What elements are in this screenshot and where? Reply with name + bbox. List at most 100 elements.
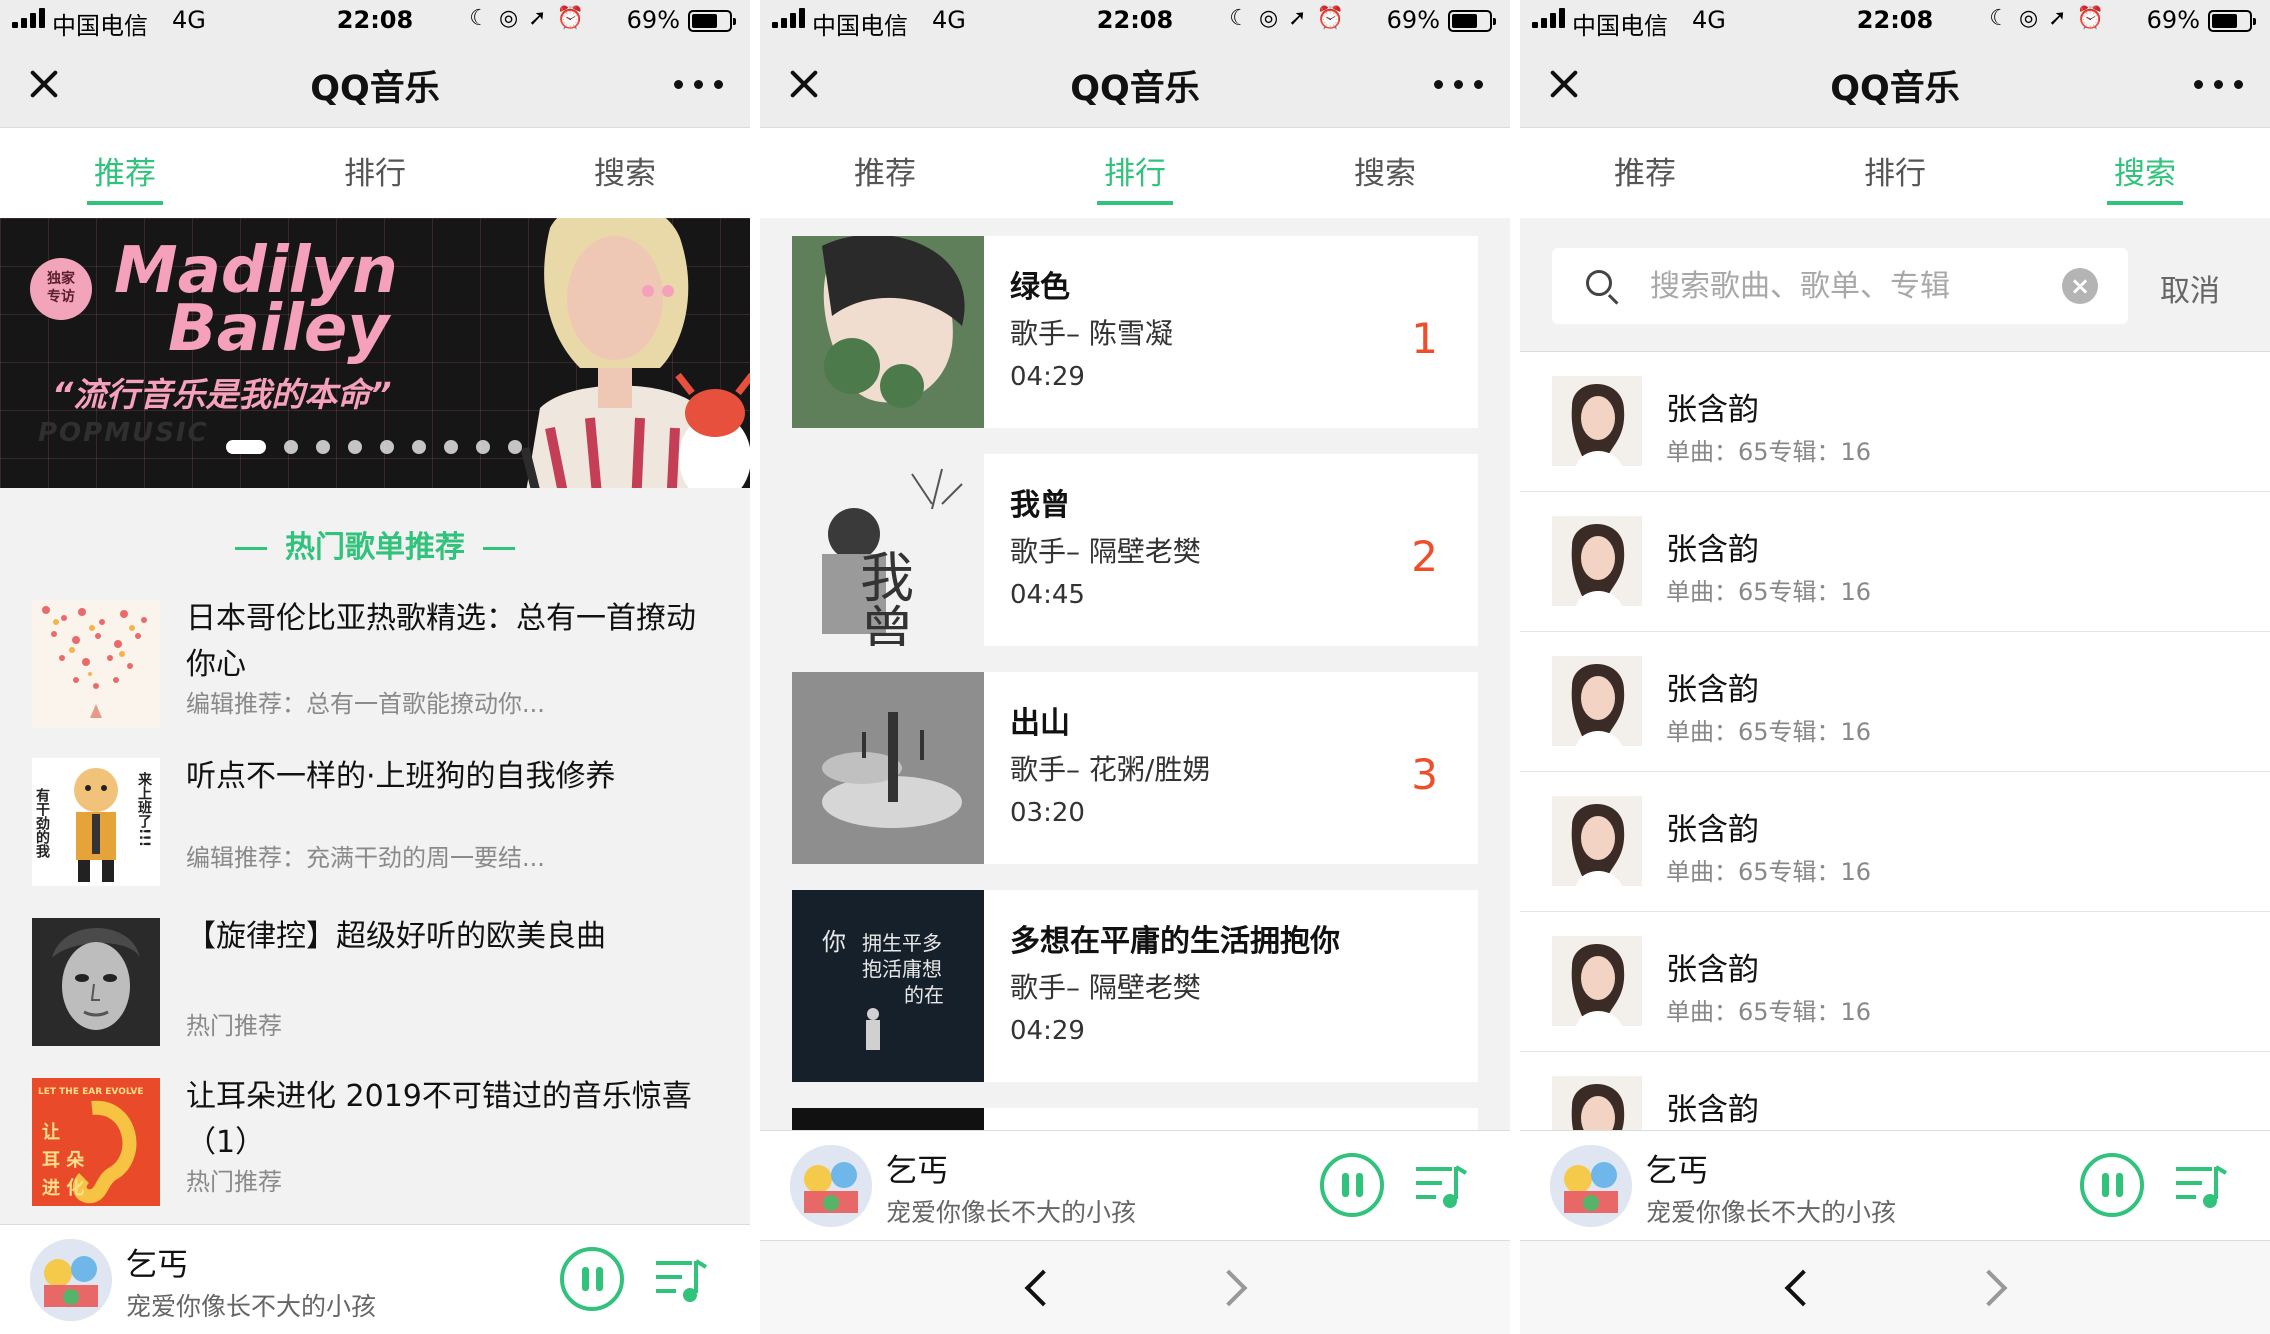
tab-search[interactable]: 搜索 [500, 128, 750, 218]
carousel-pager[interactable] [226, 440, 540, 454]
singer-name: 张含韵 [1666, 812, 1759, 848]
list-item[interactable]: 张含韵单曲：65专辑：16 [1520, 772, 2270, 912]
pause-icon[interactable] [1320, 1153, 1384, 1217]
tab-bar: 推荐 排行 搜索 [760, 128, 1510, 218]
pager-dot[interactable] [226, 440, 266, 454]
singer-avatar [1552, 1076, 1642, 1130]
svg-text:耳 朵: 耳 朵 [42, 1150, 84, 1171]
pager-dot[interactable] [444, 440, 458, 454]
list-item[interactable]: 日本哥伦比亚热歌精选：总有一首撩动你心 编辑推荐：总有一首歌能撩动你... [0, 590, 750, 750]
pager-dot[interactable] [380, 440, 394, 454]
banner-slogan: “流行音乐是我的本命” [52, 375, 392, 414]
pager-dot[interactable] [476, 440, 490, 454]
chevron-left-icon[interactable] [1024, 1269, 1062, 1307]
tab-ranking[interactable]: 排行 [1010, 128, 1260, 218]
song-duration: 04:29 [1010, 362, 1085, 392]
singer-avatar [1552, 516, 1642, 606]
singer-name: 张含韵 [1666, 392, 1759, 428]
mini-player[interactable]: 乞丐 宠爱你像长不大的小孩 [0, 1224, 750, 1334]
search-box: × [1552, 248, 2128, 324]
browser-nav-bar [760, 1240, 1510, 1334]
playlist-icon[interactable] [1412, 1157, 1470, 1215]
tab-search[interactable]: 搜索 [1260, 128, 1510, 218]
list-item[interactable]: 我曾 我曾 歌手– 隔壁老樊 04:45 2 [792, 454, 1478, 646]
playlist-cover [32, 918, 160, 1046]
more-icon[interactable] [670, 64, 726, 104]
title-bar: QQ音乐 [760, 40, 1510, 128]
pager-dot[interactable] [348, 440, 362, 454]
pager-dot[interactable] [284, 440, 298, 454]
list-item[interactable]: 你 拥生平多 抱活庸想 的在 多想在平庸的生活拥抱你 歌手– 隔壁老樊 04:2… [792, 890, 1478, 1082]
list-item[interactable]: 有干劲的我 来上班了!!! 听点不一样的·上班狗的自我修养 编辑推荐：充满干劲的… [0, 748, 750, 908]
singer-name: 张含韵 [1666, 672, 1759, 708]
list-item[interactable]: 张含韵 单曲：65专辑：16 [1520, 632, 2270, 772]
more-icon[interactable] [2190, 64, 2246, 104]
svg-text:来上班了!!!: 来上班了!!! [136, 772, 153, 847]
list-item[interactable]: LET THE EAR EVOLVE 让 耳 朵 进 化 让耳朵进化 2019不… [0, 1068, 750, 1228]
tab-recommend[interactable]: 推荐 [760, 128, 1010, 218]
song-duration: 04:45 [1010, 580, 1085, 610]
svg-text:进 化: 进 化 [42, 1177, 84, 1199]
playlist-subtitle: 编辑推荐：总有一首歌能撩动你... [186, 690, 545, 718]
list-item[interactable]: 张含韵 单曲：65专辑：16 [1520, 492, 2270, 632]
list-item[interactable]: 【旋律控】超级好听的欧美良曲 热门推荐 [0, 908, 750, 1068]
carousel-banner[interactable]: 独家 专访 Madilyn Bailey “流行音乐是我的本命” POPMUSIC [0, 218, 750, 488]
pager-dot[interactable] [412, 440, 426, 454]
battery-percent: 69% [2146, 6, 2200, 34]
search-icon [1586, 270, 1612, 296]
more-icon[interactable] [1430, 64, 1486, 104]
battery-icon [1448, 10, 1496, 32]
list-item[interactable]: 张含韵 [1520, 1052, 2270, 1130]
list-item[interactable]: 出山 歌手– 花粥/胜娚 03:20 3 [792, 672, 1478, 864]
exclusive-badge: 独家 专访 [30, 258, 92, 320]
playlist-title: 让耳朵进化 2019不可错过的音乐惊喜（1） [186, 1079, 692, 1160]
tab-recommend[interactable]: 推荐 [0, 128, 250, 218]
list-item[interactable]: 张含韵 单曲：65专辑：16 [1520, 352, 2270, 492]
mini-player[interactable]: 乞丐 宠爱你像长不大的小孩 [1520, 1130, 2270, 1240]
list-item[interactable]: 绿色 歌手– 陈雪凝 04:29 1 [792, 236, 1478, 428]
pause-icon[interactable] [560, 1247, 624, 1311]
singer-avatar [1552, 936, 1642, 1026]
browser-nav-bar [1520, 1240, 2270, 1334]
page-title: QQ音乐 [1070, 69, 1200, 109]
playlist-icon[interactable] [652, 1251, 710, 1309]
song-name: 绿色 [1010, 270, 1070, 305]
tab-recommend[interactable]: 推荐 [1520, 128, 1770, 218]
mini-player[interactable]: 乞丐 宠爱你像长不大的小孩 [760, 1130, 1510, 1240]
singer-stats: 单曲：65专辑：16 [1666, 578, 1872, 606]
svg-text:的在: 的在 [904, 983, 944, 1007]
playlist-icon[interactable] [2172, 1157, 2230, 1215]
status-bar: 中国电信 4G 22:08 ☾◎➚⏰ 69% [1520, 0, 2270, 40]
song-singer: 歌手– 隔壁老樊 [1010, 535, 1201, 568]
pause-icon[interactable] [2080, 1153, 2144, 1217]
banner-decoration [642, 282, 682, 301]
chevron-right-icon[interactable] [1970, 1269, 2008, 1307]
clear-icon[interactable]: × [2062, 268, 2098, 304]
song-cover [792, 1108, 984, 1130]
playlist-cover: LET THE EAR EVOLVE 让 耳 朵 进 化 [32, 1078, 160, 1206]
list-item[interactable] [792, 1108, 1478, 1130]
tab-bar: 推荐 排行 搜索 [0, 128, 750, 218]
pager-dot[interactable] [316, 440, 330, 454]
tab-bar: 推荐 排行 搜索 [1520, 128, 2270, 218]
singer-stats: 单曲：65专辑：16 [1666, 858, 1872, 886]
chevron-right-icon[interactable] [1210, 1269, 1248, 1307]
search-input[interactable] [1650, 262, 2030, 310]
playlist-title: 日本哥伦比亚热歌精选：总有一首撩动你心 [186, 601, 696, 682]
battery-percent: 69% [626, 6, 680, 34]
battery-icon [2208, 10, 2256, 32]
tab-ranking[interactable]: 排行 [1770, 128, 2020, 218]
banner-footer: POPMUSIC [38, 418, 209, 448]
song-cover [792, 672, 984, 864]
cancel-button[interactable]: 取消 [2160, 266, 2220, 310]
tab-ranking[interactable]: 排行 [250, 128, 500, 218]
now-playing-song: 乞丐 [1646, 1153, 1708, 1189]
ranking-list: 绿色 歌手– 陈雪凝 04:29 1 我曾 我曾 歌手– 隔壁老樊 04:45 … [760, 218, 1510, 1130]
singer-avatar [1552, 376, 1642, 466]
list-item[interactable]: 张含韵 单曲：65专辑：16 [1520, 912, 2270, 1052]
svg-text:我曾: 我曾 [851, 549, 914, 646]
chevron-left-icon[interactable] [1784, 1269, 1822, 1307]
status-icons: ☾◎➚⏰ [469, 6, 594, 31]
tab-search[interactable]: 搜索 [2020, 128, 2270, 218]
pager-dot[interactable] [508, 440, 522, 454]
